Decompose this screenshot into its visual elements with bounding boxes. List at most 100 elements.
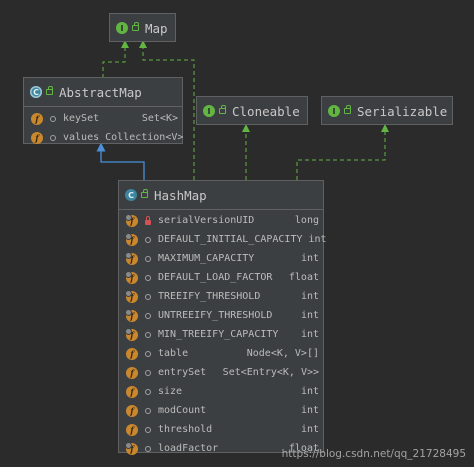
field-name: entrySet — [158, 367, 207, 378]
interface-icon: I — [328, 105, 340, 117]
static-field-icon: f — [125, 441, 138, 455]
field-type: Collection<V> — [105, 132, 184, 143]
field-name: values — [63, 132, 100, 143]
static-field-icon: f — [125, 327, 138, 341]
field-icon: f — [126, 385, 138, 398]
field-name: TREEIFY_THRESHOLD — [158, 291, 261, 302]
static-field-icon: f — [125, 289, 138, 303]
public-lock-icon — [132, 22, 139, 31]
field-row[interactable]: f entrySet Set<Entry<K, V>> — [119, 363, 323, 382]
node-serializable[interactable]: I Serializable — [321, 96, 453, 125]
field-name: MIN_TREEIFY_CAPACITY — [158, 329, 279, 340]
field-icon: f — [31, 112, 43, 125]
node-cloneable-header: I Cloneable — [197, 97, 307, 125]
field-name: size — [158, 386, 183, 397]
package-private-icon — [143, 274, 153, 281]
field-name: table — [158, 348, 189, 359]
node-hash-map-header: C HashMap — [119, 181, 323, 210]
edge-hashmap-implements-serializable — [296, 124, 389, 180]
package-private-icon — [48, 115, 58, 122]
field-row[interactable]: f UNTREEIFY_THRESHOLD int — [119, 306, 323, 325]
field-type: long — [294, 215, 319, 226]
field-icon: f — [126, 423, 138, 436]
field-type: int — [300, 253, 319, 264]
field-row[interactable]: f TREEIFY_THRESHOLD int — [119, 287, 323, 306]
field-type: Set<Entry<K, V>> — [222, 367, 319, 378]
package-private-icon — [143, 407, 153, 414]
node-abstract-map-header: C AbstractMap — [24, 78, 182, 107]
package-private-icon — [143, 293, 153, 300]
field-row[interactable]: f DEFAULT_INITIAL_CAPACITY int — [119, 230, 327, 249]
field-name: serialVersionUID — [158, 215, 255, 226]
package-private-icon — [143, 350, 153, 357]
field-name: threshold — [158, 424, 213, 435]
field-row[interactable]: f table Node<K, V>[] — [119, 344, 323, 363]
interface-icon: I — [116, 22, 128, 34]
abstract-class-icon: C — [30, 86, 42, 98]
field-row[interactable]: f serialVersionUID long — [119, 211, 323, 230]
field-row[interactable]: f threshold int — [119, 420, 323, 439]
package-private-icon — [143, 445, 153, 452]
static-field-icon: f — [125, 232, 138, 246]
edge-hashmap-extends-abstractmap — [96, 142, 145, 180]
field-name: modCount — [158, 405, 207, 416]
node-cloneable-title: Cloneable — [232, 103, 300, 119]
node-serializable-title: Serializable — [357, 103, 448, 119]
field-type: int — [300, 310, 319, 321]
field-type: int — [300, 424, 319, 435]
private-lock-icon — [143, 215, 153, 225]
node-abstract-map-title: AbstractMap — [59, 84, 142, 100]
field-type: int — [308, 234, 327, 245]
static-field-icon: f — [125, 213, 138, 227]
node-map[interactable]: I Map — [109, 13, 176, 42]
field-name: MAXIMUM_CAPACITY — [158, 253, 255, 264]
field-name: DEFAULT_LOAD_FACTOR — [158, 272, 273, 283]
node-cloneable[interactable]: I Cloneable — [196, 96, 308, 125]
hash-map-members: f serialVersionUID long f DEFAULT_INITIAL_CA… — [119, 210, 327, 458]
node-map-header: I Map — [110, 14, 175, 42]
field-name: UNTREEIFY_THRESHOLD — [158, 310, 273, 321]
package-private-icon — [143, 312, 153, 319]
static-field-icon: f — [125, 270, 138, 284]
node-hash-map[interactable]: C HashMap f serialVersionUID long f DEFAULT_… — [118, 180, 327, 455]
abstract-map-members: f keySet Set<K> f values Collection<V> — [24, 107, 184, 147]
field-type: int — [300, 386, 319, 397]
package-private-icon — [143, 388, 153, 395]
field-type: float — [288, 272, 319, 283]
node-abstract-map[interactable]: C AbstractMap f keySet Set<K> f values Collec… — [23, 77, 183, 144]
node-serializable-header: I Serializable — [322, 97, 452, 125]
field-row[interactable]: f modCount int — [119, 401, 323, 420]
field-type: int — [300, 405, 319, 416]
field-row[interactable]: f values Collection<V> — [24, 128, 184, 147]
package-private-icon — [143, 369, 153, 376]
field-row[interactable]: f size int — [119, 382, 323, 401]
public-lock-icon — [219, 105, 226, 114]
edge-abstractmap-implements-map — [102, 40, 129, 78]
field-name: DEFAULT_INITIAL_CAPACITY — [158, 234, 303, 245]
class-icon: C — [125, 189, 137, 201]
static-field-icon: f — [125, 308, 138, 322]
field-name: keySet — [63, 113, 100, 124]
field-type: Node<K, V>[] — [246, 348, 319, 359]
node-hash-map-title: HashMap — [154, 187, 207, 203]
watermark: https://blog.csdn.net/qq_21728495 — [281, 448, 466, 460]
package-private-icon — [48, 134, 58, 141]
interface-icon: I — [203, 105, 215, 117]
public-lock-icon — [141, 189, 148, 198]
node-map-title: Map — [145, 20, 168, 36]
field-row[interactable]: f MAXIMUM_CAPACITY int — [119, 249, 323, 268]
static-field-icon: f — [125, 251, 138, 265]
field-row[interactable]: f DEFAULT_LOAD_FACTOR float — [119, 268, 323, 287]
public-lock-icon — [46, 86, 53, 95]
field-row[interactable]: f MIN_TREEIFY_CAPACITY int — [119, 325, 323, 344]
field-type: Set<K> — [141, 113, 178, 124]
package-private-icon — [143, 331, 153, 338]
field-icon: f — [126, 347, 138, 360]
field-icon: f — [126, 404, 138, 417]
field-icon: f — [31, 131, 43, 144]
field-row[interactable]: f keySet Set<K> — [24, 109, 182, 128]
field-icon: f — [126, 366, 138, 379]
field-type: int — [300, 329, 319, 340]
field-name: loadFactor — [158, 443, 219, 454]
package-private-icon — [143, 236, 153, 243]
